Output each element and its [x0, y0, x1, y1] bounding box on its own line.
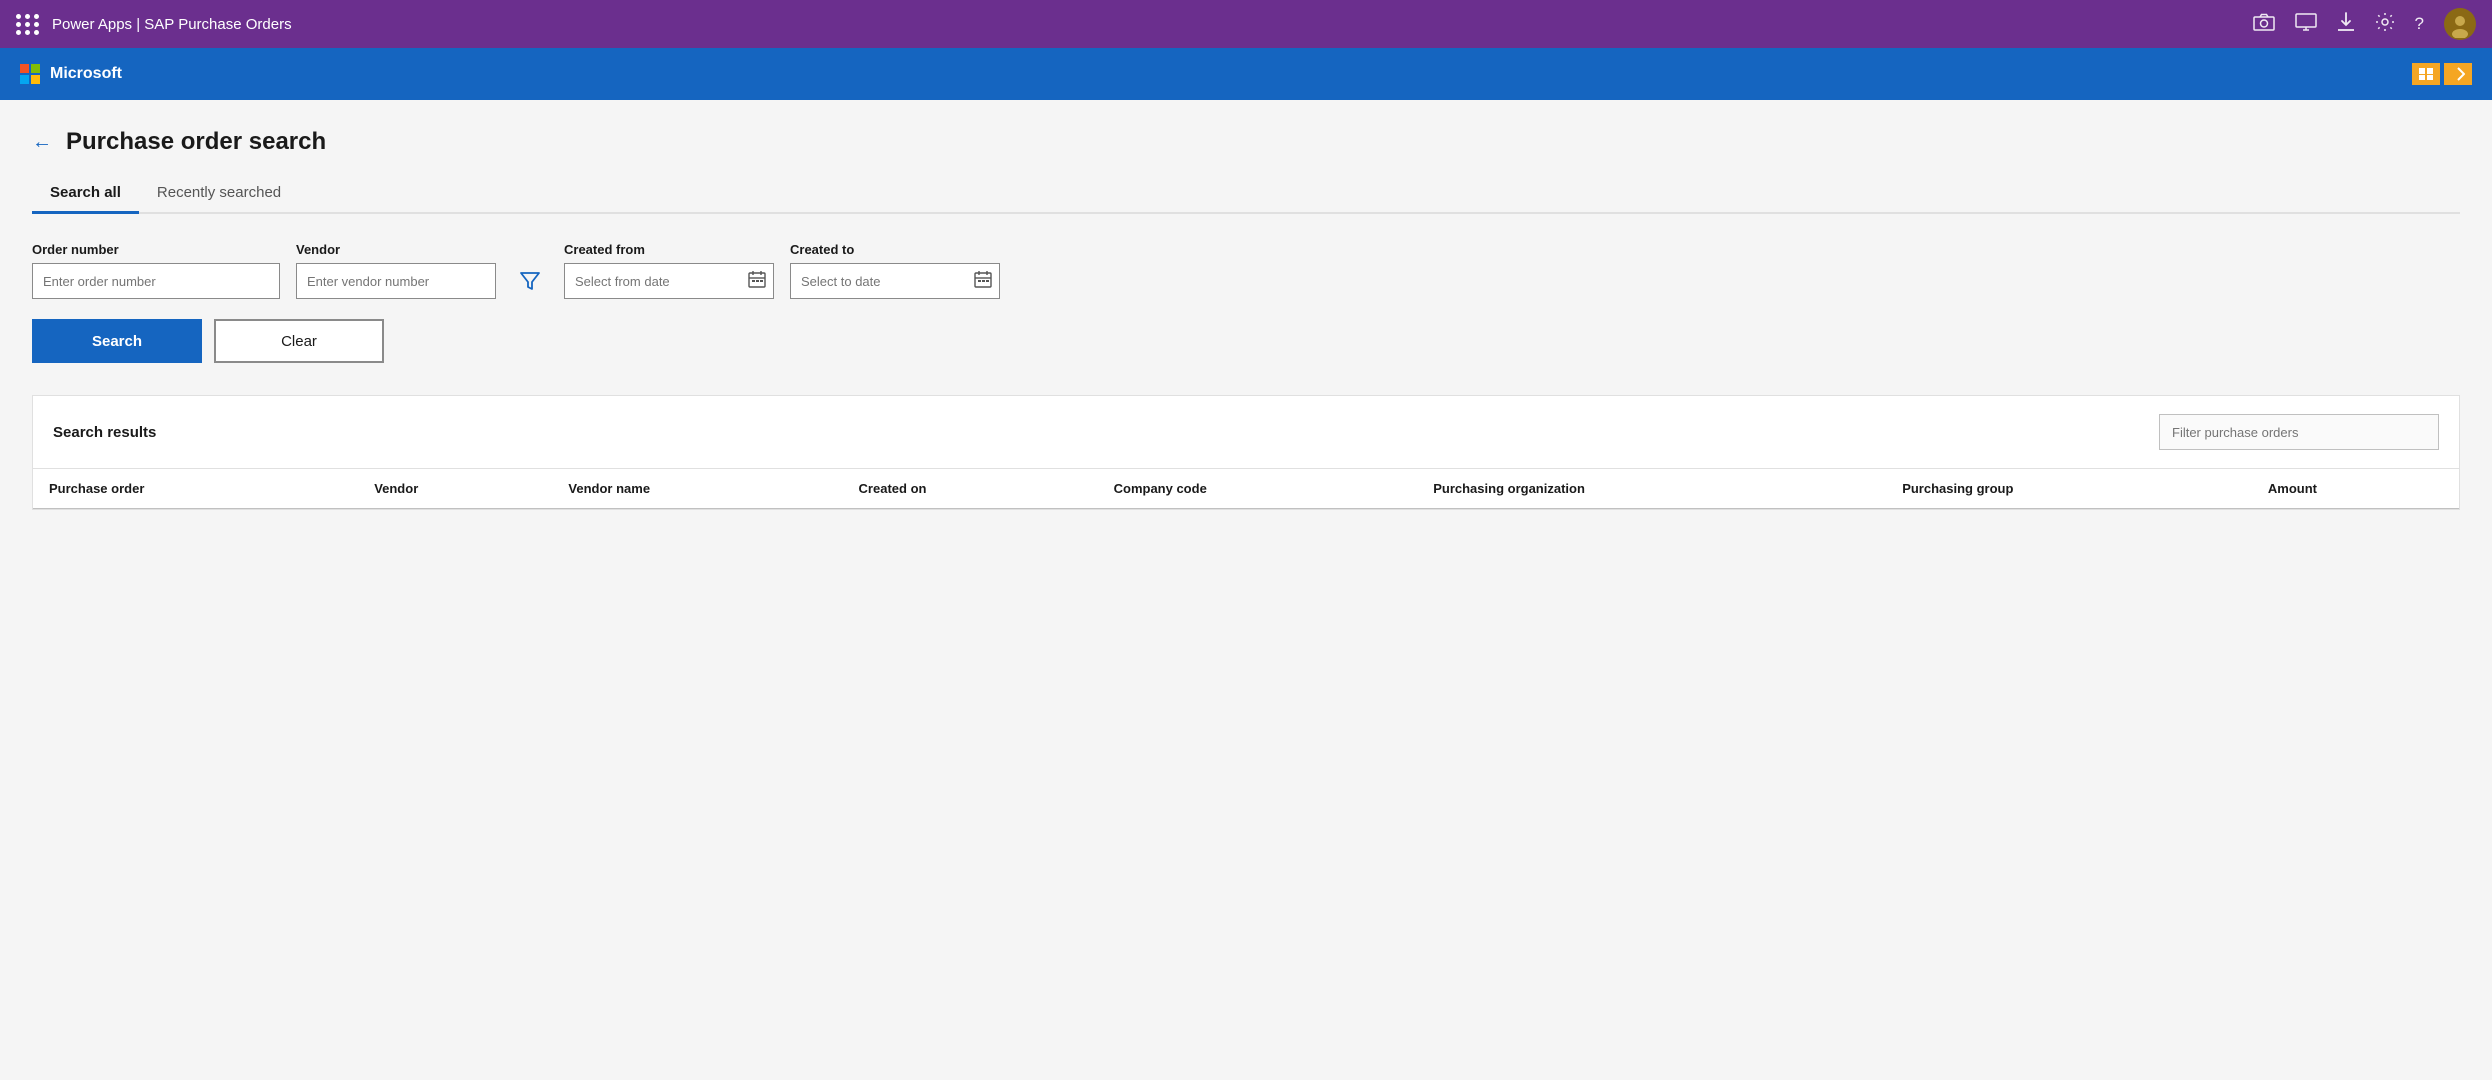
created-from-group: Created from: [564, 242, 774, 299]
results-table: Purchase order Vendor Vendor name Create…: [33, 469, 2459, 509]
order-number-group: Order number: [32, 242, 280, 299]
vendor-group: Vendor: [296, 242, 496, 299]
col-vendor-name: Vendor name: [552, 469, 842, 509]
created-to-label: Created to: [790, 242, 1000, 257]
ms-app-icon-1[interactable]: [2412, 63, 2440, 85]
apps-menu-icon[interactable]: [16, 14, 40, 35]
vendor-label: Vendor: [296, 242, 496, 257]
app-title: Power Apps | SAP Purchase Orders: [52, 16, 292, 33]
order-number-input[interactable]: [32, 263, 280, 299]
col-purchasing-org: Purchasing organization: [1417, 469, 1886, 509]
page-header: ← Purchase order search: [32, 128, 2460, 156]
download-icon[interactable]: [2337, 12, 2355, 37]
search-button[interactable]: Search: [32, 319, 202, 363]
filter-icon-button[interactable]: [512, 263, 548, 299]
top-nav-left: Power Apps | SAP Purchase Orders: [16, 14, 292, 35]
page-title: Purchase order search: [66, 128, 326, 156]
screen-icon[interactable]: [2295, 13, 2317, 36]
results-title: Search results: [53, 424, 156, 441]
form-row-inputs: Order number Vendor Created from: [32, 242, 2460, 299]
ms-squares-icon: [20, 64, 40, 84]
filter-purchase-orders-input[interactable]: [2159, 414, 2439, 450]
vendor-input[interactable]: [296, 263, 496, 299]
results-section: Search results Purchase order Vendor Ven…: [32, 395, 2460, 510]
created-to-wrap: [790, 263, 1000, 299]
tab-recently-searched[interactable]: Recently searched: [139, 174, 299, 214]
clear-button[interactable]: Clear: [214, 319, 384, 363]
ms-logo[interactable]: Microsoft: [20, 64, 122, 84]
settings-icon[interactable]: [2375, 12, 2395, 37]
top-nav-right: ?: [2253, 8, 2476, 40]
search-form: Order number Vendor Created from: [32, 242, 2460, 387]
col-amount: Amount: [2252, 469, 2459, 509]
tabs: Search all Recently searched: [32, 174, 2460, 214]
col-company-code: Company code: [1098, 469, 1418, 509]
col-vendor: Vendor: [358, 469, 552, 509]
main-content: ← Purchase order search Search all Recen…: [0, 100, 2492, 1080]
created-from-wrap: [564, 263, 774, 299]
ms-label: Microsoft: [50, 65, 122, 83]
help-icon[interactable]: ?: [2415, 14, 2424, 34]
microsoft-bar: Microsoft: [0, 48, 2492, 100]
col-purchasing-group: Purchasing group: [1886, 469, 2252, 509]
col-purchase-order: Purchase order: [33, 469, 358, 509]
table-header-row: Purchase order Vendor Vendor name Create…: [33, 469, 2459, 509]
ms-bar-right: [2412, 63, 2472, 85]
created-to-group: Created to: [790, 242, 1000, 299]
order-number-label: Order number: [32, 242, 280, 257]
tab-search-all[interactable]: Search all: [32, 174, 139, 214]
ms-app-icon-2[interactable]: [2444, 63, 2472, 85]
user-avatar[interactable]: [2444, 8, 2476, 40]
filter-input-wrap: [2159, 414, 2439, 450]
form-buttons: Search Clear: [32, 319, 2460, 363]
table-header: Purchase order Vendor Vendor name Create…: [33, 469, 2459, 509]
results-header: Search results: [33, 396, 2459, 469]
top-nav-bar: Power Apps | SAP Purchase Orders: [0, 0, 2492, 48]
back-button[interactable]: ←: [32, 131, 52, 154]
col-created-on: Created on: [843, 469, 1098, 509]
created-to-input[interactable]: [790, 263, 1000, 299]
created-from-label: Created from: [564, 242, 774, 257]
camera-icon[interactable]: [2253, 13, 2275, 36]
created-from-input[interactable]: [564, 263, 774, 299]
